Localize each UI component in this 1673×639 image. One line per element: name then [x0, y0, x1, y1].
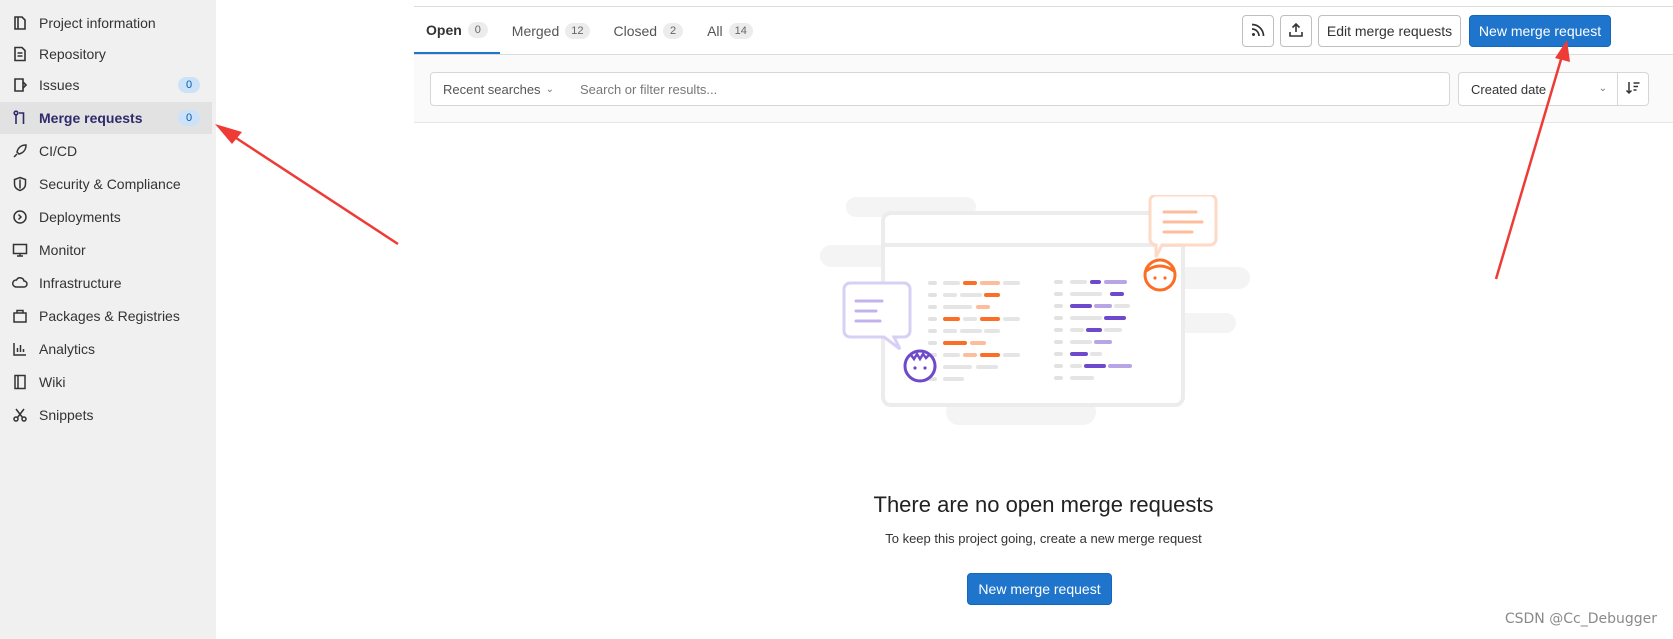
- tab-label: Closed: [613, 23, 658, 39]
- merge-requests-count-badge: 0: [178, 110, 200, 126]
- sidebar-item-label: Deployments: [39, 209, 121, 225]
- tab-count-badge: 12: [565, 23, 590, 39]
- sidebar-item-security-compliance[interactable]: Security & Compliance: [0, 168, 212, 200]
- merge-request-state-tabs: Open 0 Merged 12 Closed 2 All 14: [414, 8, 765, 54]
- empty-state-illustration: [820, 193, 1250, 455]
- sort-lowest-icon: [1625, 80, 1641, 99]
- issues-icon: [12, 77, 28, 93]
- tab-label: Merged: [511, 23, 560, 39]
- empty-state-title: There are no open merge requests: [873, 492, 1214, 517]
- empty-state-description: To keep this project going, create a new…: [885, 531, 1202, 546]
- cloud-icon: [12, 275, 28, 291]
- sidebar-item-packages-registries[interactable]: Packages & Registries: [0, 300, 212, 332]
- shield-icon: [12, 176, 28, 192]
- sidebar-item-label: Wiki: [39, 374, 66, 390]
- recent-searches-label: Recent searches: [443, 81, 541, 97]
- repository-icon: [12, 46, 28, 62]
- rss-feed-button[interactable]: [1242, 15, 1274, 47]
- sidebar: Project information Repository Issues 0 …: [0, 0, 216, 639]
- sidebar-item-deployments[interactable]: Deployments: [0, 201, 212, 233]
- tab-label: Open: [426, 22, 462, 38]
- sort-value: Created date: [1471, 81, 1547, 97]
- sidebar-item-wiki[interactable]: Wiki: [0, 366, 212, 398]
- sidebar-item-label: CI/CD: [39, 143, 78, 159]
- chevron-down-icon: ⌄: [545, 83, 554, 95]
- annotation-arrow-left: [229, 132, 399, 246]
- sidebar-item-analytics[interactable]: Analytics: [0, 333, 212, 365]
- book-icon: [12, 374, 28, 390]
- sidebar-item-label: Repository: [39, 46, 106, 62]
- sidebar-item-label: Infrastructure: [39, 275, 122, 291]
- package-icon: [12, 308, 28, 324]
- sidebar-item-infrastructure[interactable]: Infrastructure: [0, 267, 212, 299]
- tab-count-badge: 14: [728, 23, 753, 39]
- tab-count-badge: 0: [467, 22, 488, 38]
- sidebar-item-label: Analytics: [39, 341, 96, 357]
- sidebar-item-cicd[interactable]: CI/CD: [0, 135, 212, 167]
- sort-dropdown[interactable]: Created date ⌄: [1458, 72, 1618, 106]
- issues-count-badge: 0: [178, 77, 200, 93]
- tab-all[interactable]: All 14: [695, 8, 765, 54]
- monitor-icon: [12, 242, 28, 258]
- rss-icon: [1250, 22, 1266, 41]
- sidebar-item-monitor[interactable]: Monitor: [0, 234, 212, 266]
- sidebar-item-label: Security & Compliance: [39, 176, 181, 192]
- deployments-icon: [12, 209, 28, 225]
- sidebar-item-snippets[interactable]: Snippets: [0, 399, 212, 431]
- project-information-icon: [12, 15, 28, 31]
- sidebar-item-label: Packages & Registries: [39, 308, 180, 324]
- edit-merge-requests-button[interactable]: Edit merge requests: [1318, 15, 1461, 47]
- sidebar-item-label: Monitor: [39, 242, 86, 258]
- top-divider: [414, 6, 1673, 7]
- sidebar-item-merge-requests[interactable]: Merge requests 0: [0, 102, 212, 134]
- sort-direction-button[interactable]: [1617, 72, 1649, 106]
- export-button[interactable]: [1280, 15, 1312, 47]
- sidebar-item-project-information[interactable]: Project information: [0, 7, 212, 39]
- scissors-icon: [12, 407, 28, 423]
- tab-merged[interactable]: Merged 12: [500, 8, 602, 54]
- empty-state-new-merge-request-button[interactable]: New merge request: [967, 573, 1112, 605]
- chart-icon: [12, 341, 28, 357]
- sidebar-item-label: Issues: [39, 77, 80, 93]
- tab-count-badge: 2: [663, 23, 684, 39]
- chevron-down-icon: ⌄: [1598, 83, 1607, 94]
- arrowhead: [215, 124, 242, 144]
- tab-open[interactable]: Open 0: [414, 8, 500, 54]
- new-merge-request-button[interactable]: New merge request: [1469, 15, 1611, 47]
- sidebar-item-label: Project information: [39, 15, 156, 31]
- tab-closed[interactable]: Closed 2: [602, 8, 696, 54]
- rocket-icon: [12, 143, 28, 159]
- upload-icon: [1288, 22, 1304, 41]
- sidebar-item-issues[interactable]: Issues 0: [0, 69, 212, 101]
- tab-label: All: [707, 23, 723, 39]
- recent-searches-dropdown[interactable]: Recent searches ⌄: [430, 72, 567, 106]
- sidebar-item-label: Merge requests: [39, 110, 143, 126]
- search-input[interactable]: [566, 72, 1450, 106]
- watermark: CSDN @Cc_Debugger: [1504, 611, 1657, 627]
- sidebar-item-label: Snippets: [39, 407, 94, 423]
- merge-request-icon: [12, 110, 28, 126]
- sidebar-item-repository[interactable]: Repository: [0, 38, 212, 70]
